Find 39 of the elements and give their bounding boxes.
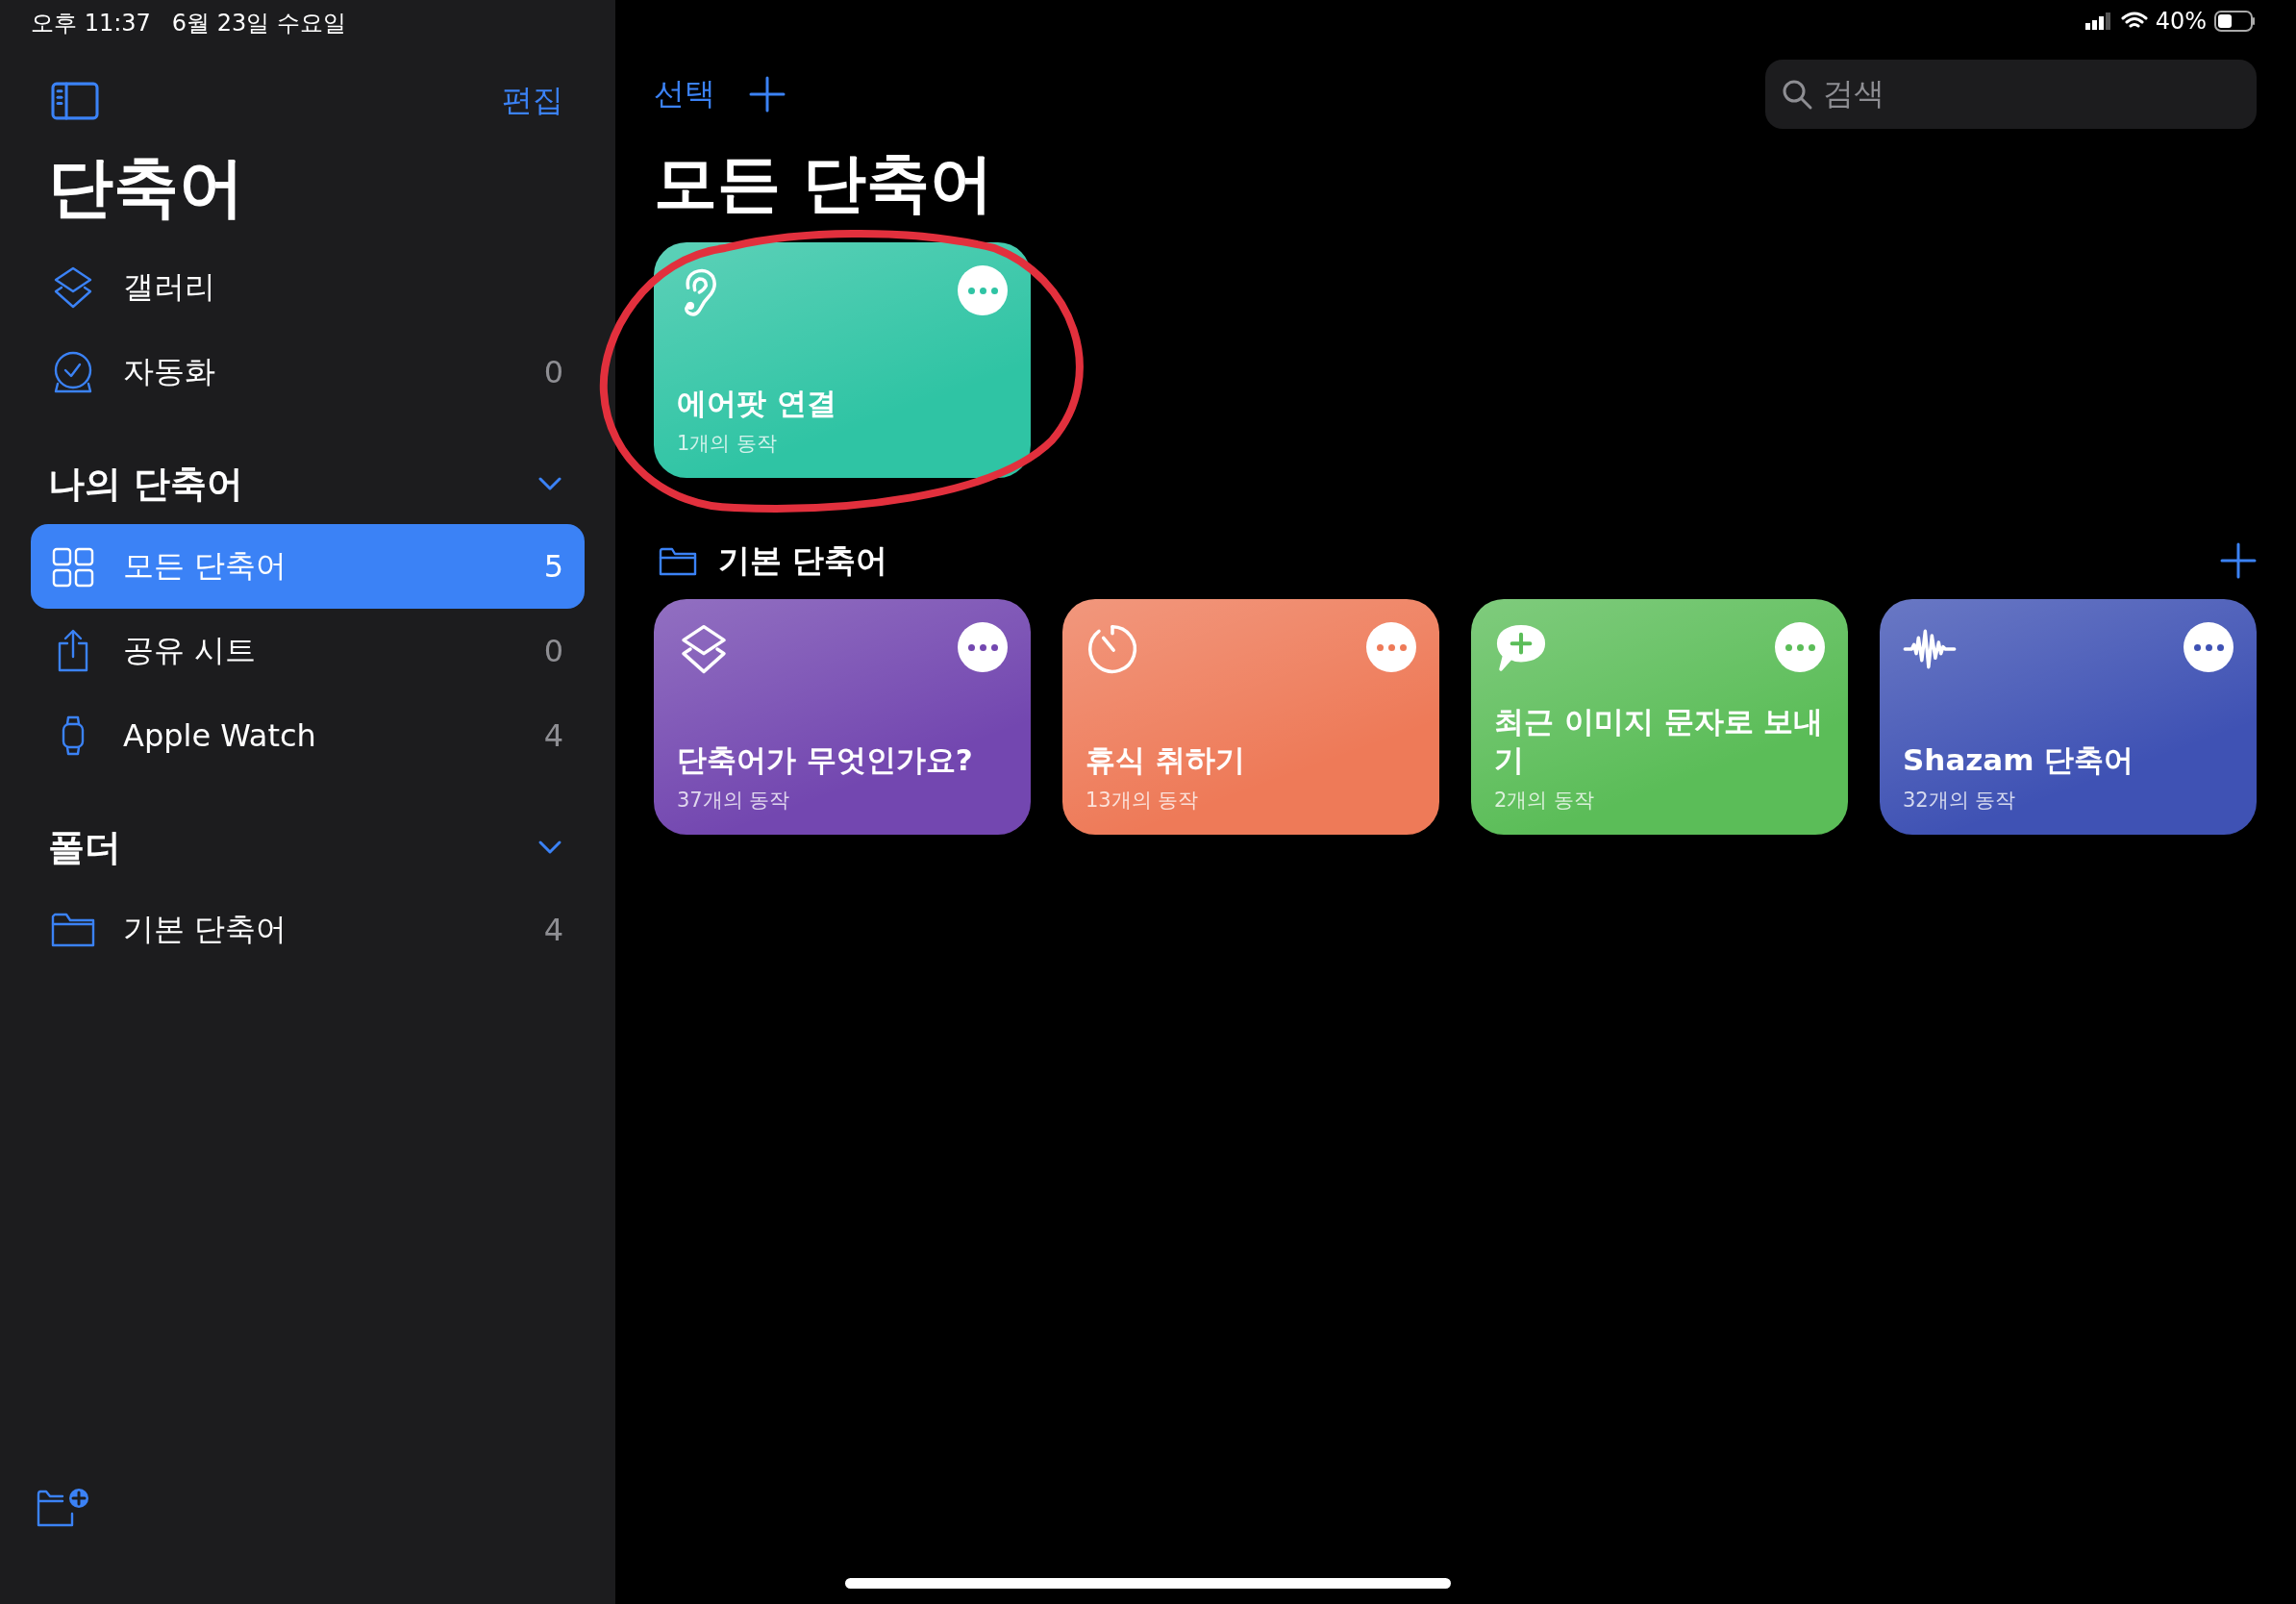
shortcut-title: 최근 이미지 문자로 보내기 — [1494, 703, 1825, 779]
select-button[interactable]: 선택 — [654, 73, 715, 115]
sidebar-item[interactable]: 공유 시트 0 — [31, 609, 585, 693]
sidebar-item[interactable]: 갤러리 — [31, 245, 585, 330]
shortcut-subtitle: 37개의 동작 — [677, 788, 791, 814]
shortcut-subtitle: 32개의 동작 — [1903, 788, 2017, 814]
shortcut-card[interactable]: Shazam 단축어 32개의 동작 — [1880, 599, 2257, 835]
shortcut-subtitle: 2개의 동작 — [1494, 788, 1596, 814]
sidebar-item[interactable]: Apple Watch 4 — [31, 693, 585, 778]
new-folder-icon[interactable] — [36, 1487, 91, 1529]
battery-icon — [2214, 11, 2257, 32]
sidebar-item[interactable]: 기본 단축어 4 — [31, 888, 585, 972]
page-title: 모든 단축어 — [654, 145, 994, 222]
sidebar-title: 단축어 — [48, 148, 245, 227]
add-icon[interactable] — [2220, 542, 2257, 579]
shortcut-card[interactable]: 단축어가 무엇인가요? 37개의 동작 — [654, 599, 1031, 835]
section-title: 폴더 — [48, 824, 121, 870]
timer-icon — [1086, 622, 1139, 676]
sidebar-item[interactable]: 자동화 0 — [31, 330, 585, 414]
shortcut-subtitle: 13개의 동작 — [1086, 788, 1200, 814]
search-field[interactable]: 검색 — [1765, 60, 2257, 129]
add-icon[interactable] — [748, 75, 786, 113]
edit-button[interactable]: 편집 — [502, 80, 563, 122]
status-time: 오후 11:37 — [31, 9, 151, 38]
more-button[interactable] — [2184, 622, 2234, 672]
shortcut-title: 에어팟 연결 — [677, 385, 837, 422]
folder-icon — [659, 545, 697, 576]
sidebar-item[interactable]: 모든 단축어 5 — [31, 524, 585, 609]
status-date: 6월 23일 수요일 — [171, 9, 346, 38]
shortcut-subtitle: 1개의 동작 — [677, 431, 779, 457]
search-icon — [1781, 78, 1813, 111]
battery-percent: 40% — [2155, 8, 2207, 35]
shortcut-title: 휴식 취하기 — [1086, 741, 1246, 779]
section-title: 나의 단축어 — [48, 461, 244, 507]
more-button[interactable] — [958, 622, 1008, 672]
signal-icon — [2084, 12, 2113, 31]
shortcut-title: 단축어가 무엇인가요? — [677, 741, 974, 779]
folder-title: 기본 단축어 — [718, 539, 888, 581]
shortcut-title: Shazam 단축어 — [1903, 741, 2135, 779]
